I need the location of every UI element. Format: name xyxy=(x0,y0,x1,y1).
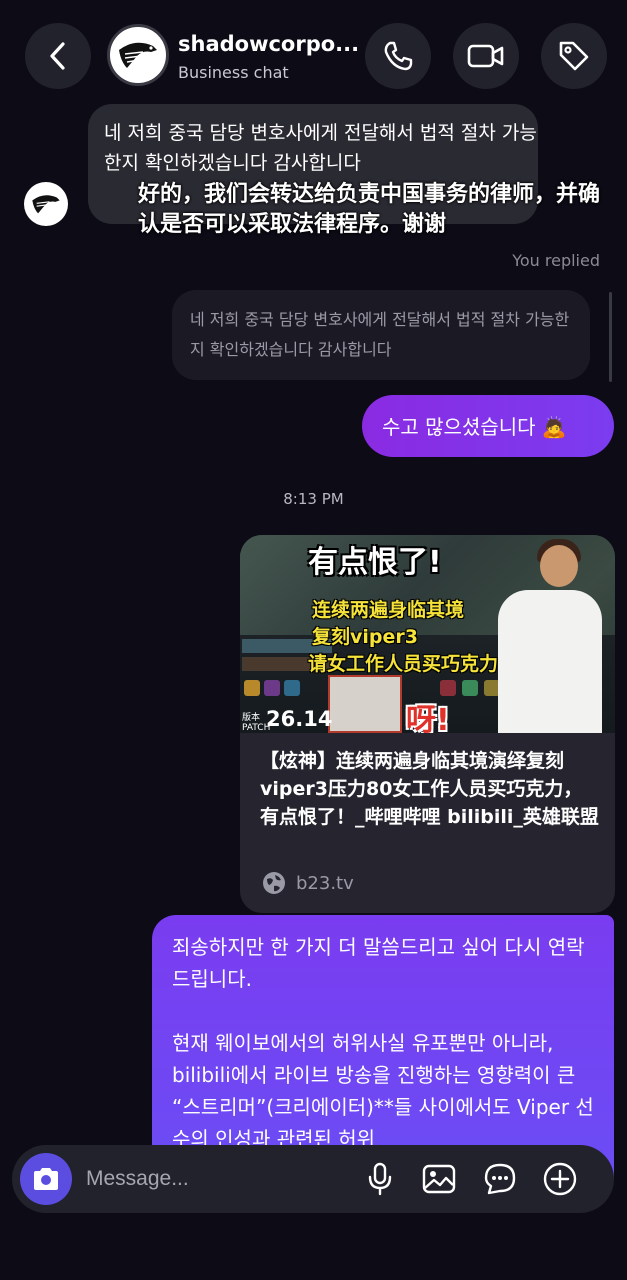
plus-circle-icon xyxy=(543,1162,577,1196)
message-paragraph: 현재 웨이보에서의 허위사실 유포뿐만 아니라, bilibili에서 라이브 … xyxy=(172,1031,594,1151)
chevron-left-icon xyxy=(50,42,65,70)
chat-name[interactable]: shadowcorpo... xyxy=(178,32,368,56)
chat-subtitle: Business chat xyxy=(178,63,289,82)
thumbnail-caption-3: 请女工作人员买巧克力 xyxy=(308,653,499,675)
microphone-icon xyxy=(368,1162,392,1196)
thumbnail-title: 有点恨了! xyxy=(308,545,442,580)
outgoing-long-message[interactable]: 죄송하지만 한 가지 더 말씀드리고 싶어 다시 연락드립니다. 현재 웨이보에… xyxy=(152,915,614,1180)
hud-item-icon xyxy=(244,680,260,696)
streamer-head xyxy=(540,545,578,587)
more-button[interactable] xyxy=(542,1161,578,1197)
sticker-icon xyxy=(484,1163,516,1195)
back-button[interactable] xyxy=(25,23,91,89)
player-cam xyxy=(328,675,402,733)
globe-icon xyxy=(263,872,285,894)
chat-header: shadowcorpo... Business chat xyxy=(0,0,627,110)
tag-button[interactable] xyxy=(541,23,607,89)
thumbnail-exclaim: 呀! xyxy=(406,703,450,733)
corporate-logo-icon xyxy=(113,30,163,80)
phone-icon xyxy=(384,41,413,71)
video-camera-icon xyxy=(467,44,504,68)
outgoing-reply-message[interactable]: 수고 많으셨습니다 🙇 xyxy=(362,395,614,457)
quoted-reply[interactable]: 네 저희 중국 담당 변호사에게 전달해서 법적 절차 가능한지 확인하겠습니다… xyxy=(172,290,590,380)
incoming-message-text: 네 저희 중국 담당 변호사에게 전달해서 법적 절차 가능한지 확인하겠습니다… xyxy=(104,122,537,174)
tag-icon xyxy=(559,41,589,71)
link-title[interactable]: 【炫神】连续两遍身临其境演绎复刻viper3压力80女工作人员买巧克力，有点恨了… xyxy=(260,747,600,831)
hud-item-icon xyxy=(440,680,456,696)
thumbnail-caption-2: 复刻viper3 xyxy=(312,626,418,648)
camera-icon xyxy=(34,1168,58,1190)
corporate-logo-icon xyxy=(32,195,60,214)
translation-overlay: 好的，我们会转达给负责中国事务的律师，并确认是否可以采取法律程序。谢谢 xyxy=(138,182,601,237)
avatar[interactable] xyxy=(107,24,169,86)
link-domain-row: b23.tv xyxy=(262,870,354,896)
hud-item-icon xyxy=(284,680,300,696)
chat-screen: shadowcorpo... Business chat 네 저희 중국 담당 … xyxy=(0,0,627,1280)
video-call-button[interactable] xyxy=(453,23,519,89)
patch-label: 版本 PATCH xyxy=(242,713,271,733)
message-timestamp: 8:13 PM xyxy=(283,490,344,508)
link-domain: b23.tv xyxy=(296,872,354,894)
gallery-button[interactable] xyxy=(421,1161,457,1197)
you-replied-label: You replied xyxy=(512,251,600,270)
hud-item-icon xyxy=(462,680,478,696)
message-input[interactable] xyxy=(86,1159,356,1199)
message-paragraph: 죄송하지만 한 가지 더 말씀드리고 싶어 다시 연락드립니다. xyxy=(172,935,585,991)
streamer-body xyxy=(498,590,602,733)
patch-number: 26.14 xyxy=(266,707,333,731)
image-icon xyxy=(422,1164,456,1194)
call-button[interactable] xyxy=(365,23,431,89)
scroll-indicator xyxy=(609,292,612,382)
voice-button[interactable] xyxy=(362,1161,398,1197)
camera-button[interactable] xyxy=(20,1153,72,1205)
sender-avatar[interactable] xyxy=(24,182,68,226)
thumbnail-caption-1: 连续两遍身临其境 xyxy=(312,599,465,621)
link-preview-card[interactable]: 有点恨了! 连续两遍身临其境 复刻viper3 请女工作人员买巧克力 呀! 版本… xyxy=(240,535,615,913)
hud-item-icon xyxy=(264,680,280,696)
sticker-button[interactable] xyxy=(482,1161,518,1197)
video-thumbnail[interactable]: 有点恨了! 连续两遍身临其境 复刻viper3 请女工作人员买巧克力 呀! 版本… xyxy=(240,535,615,733)
message-composer xyxy=(12,1145,614,1213)
